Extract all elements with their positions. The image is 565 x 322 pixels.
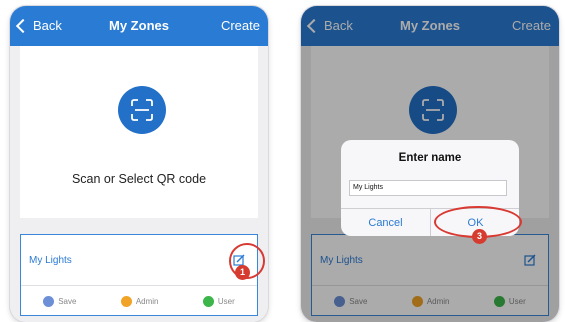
zone-name: My Lights: [29, 255, 72, 266]
phone-screen-left: Back My Zones Create Scan or Select QR c…: [10, 6, 268, 322]
step-badge-1: 1: [235, 265, 250, 280]
qr-scan-button[interactable]: [118, 86, 166, 134]
scan-instruction: Scan or Select QR code: [71, 172, 207, 186]
save-icon: [43, 295, 55, 307]
user-icon: [202, 295, 214, 307]
create-button[interactable]: Create: [221, 18, 260, 33]
cancel-button[interactable]: Cancel: [341, 210, 430, 236]
qr-scan-icon: [131, 99, 153, 121]
admin-label: Admin: [135, 296, 159, 306]
permission-row: Save Admin User: [21, 291, 257, 311]
nav-bar: Back My Zones Create: [10, 6, 268, 46]
zone-name-input[interactable]: [349, 180, 507, 196]
user-permission[interactable]: User: [202, 295, 235, 307]
dialog-title: Enter name: [398, 152, 462, 164]
user-label: User: [217, 296, 235, 306]
save-label: Save: [58, 296, 77, 306]
step-badge-3: 3: [472, 229, 487, 244]
zone-card[interactable]: My Lights Save Admin User: [20, 234, 258, 316]
scan-qr-card[interactable]: Scan or Select QR code: [20, 46, 258, 218]
admin-icon: [120, 295, 132, 307]
admin-permission[interactable]: Admin: [120, 295, 159, 307]
phone-screen-right: Back My Zones Create My Lights Save Admi…: [301, 6, 559, 322]
save-permission[interactable]: Save: [43, 295, 77, 307]
divider: [21, 285, 257, 286]
